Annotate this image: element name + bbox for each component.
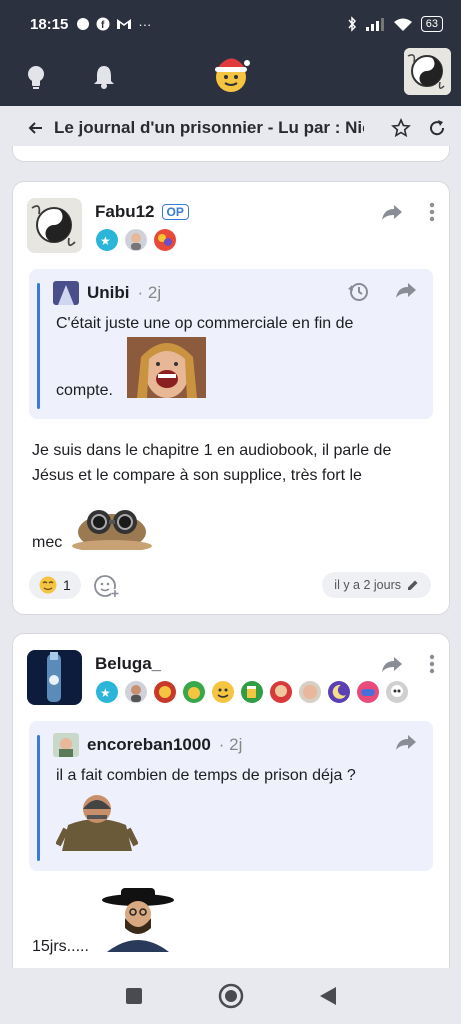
- badge-moon-icon[interactable]: [327, 680, 351, 704]
- gmail-icon: [117, 19, 132, 29]
- op-badge: OP: [161, 204, 189, 220]
- wifi-icon: [393, 18, 412, 31]
- post-date-text: il y a 2 jours: [334, 578, 401, 592]
- quote-text-line2: compte.: [56, 382, 113, 399]
- quote-block[interactable]: encoreban1000 · 2j il a fait combien de …: [29, 721, 433, 871]
- star-icon[interactable]: [391, 118, 411, 138]
- back-triangle-icon[interactable]: [319, 986, 337, 1006]
- author-name[interactable]: Fabu12: [95, 202, 155, 222]
- previous-post-card: [12, 146, 450, 162]
- badge-yellow-icon[interactable]: [211, 680, 235, 704]
- badge-skull-icon[interactable]: [385, 680, 409, 704]
- badge-person-icon[interactable]: [124, 680, 148, 704]
- status-bar: 18:15 f ··· 63: [0, 0, 461, 48]
- quote-text-line1: il a fait combien de temps de prison déj…: [56, 767, 356, 784]
- more-options-icon[interactable]: [429, 654, 435, 674]
- profile-avatar[interactable]: [404, 48, 451, 95]
- more-notifications-icon: ···: [138, 16, 152, 32]
- bell-icon[interactable]: [84, 57, 124, 97]
- lemur-goggles-sticker: [72, 502, 152, 552]
- quote-bar: [37, 283, 40, 409]
- post-author: Beluga_ ★: [27, 650, 408, 705]
- lightbulb-icon[interactable]: [16, 57, 56, 97]
- add-reaction-icon[interactable]: [93, 573, 119, 599]
- post-card: Beluga_ ★ encoreban1000 · 2j il a fait c…: [12, 633, 450, 973]
- quote-author-avatar: [53, 281, 79, 305]
- recents-square-icon[interactable]: [125, 987, 143, 1005]
- home-circle-icon[interactable]: [218, 983, 244, 1009]
- post-body-text: 15jrs.....: [32, 938, 89, 955]
- signal-icon: [365, 18, 384, 31]
- quote-bar: [37, 735, 40, 861]
- badge-face-icon[interactable]: [298, 680, 322, 704]
- badge-beer-icon[interactable]: [240, 680, 264, 704]
- angry-man-sticker: [55, 789, 139, 851]
- bluetooth-icon: [348, 16, 356, 32]
- topic-toolbar: Le journal d'un prisonnier - Lu par : Ni…: [0, 106, 461, 150]
- quote-author-avatar: [53, 733, 79, 757]
- post-body-text: Je suis dans le chapitre 1 en audiobook,…: [32, 442, 392, 484]
- quote-time: · 2j: [137, 283, 162, 302]
- reaction-pill[interactable]: 1: [29, 571, 81, 599]
- quote-time: · 2j: [218, 735, 243, 754]
- author-avatar[interactable]: [27, 198, 82, 253]
- hat-man-sticker: [97, 888, 179, 952]
- logo-santa-icon[interactable]: [211, 54, 251, 94]
- status-time: 18:15: [30, 15, 69, 33]
- badge-red-icon[interactable]: [153, 680, 177, 704]
- badge-gamepad-icon[interactable]: [356, 680, 380, 704]
- facebook-icon: f: [96, 17, 110, 31]
- notification-icons: f ···: [76, 17, 151, 32]
- edit-pencil-icon: [408, 580, 418, 590]
- reaction-count: 1: [63, 577, 71, 593]
- badge-hero-icon[interactable]: [269, 680, 293, 704]
- quote-block[interactable]: Unibi · 2j C'était juste une op commerci…: [29, 269, 433, 419]
- badge-green-icon[interactable]: [182, 680, 206, 704]
- badge-person-icon[interactable]: [124, 228, 148, 252]
- laughing-woman-sticker: [127, 337, 206, 398]
- post-card: Fabu12 OP ★ Unibi · 2j C'était juste une…: [12, 181, 450, 615]
- badge-star-icon[interactable]: ★: [95, 680, 119, 704]
- svg-text:★: ★: [100, 234, 111, 248]
- post-date[interactable]: il y a 2 jours: [322, 572, 431, 598]
- more-options-icon[interactable]: [429, 202, 435, 222]
- quote-share-icon[interactable]: [395, 281, 417, 299]
- quote-author-name[interactable]: Unibi: [87, 283, 130, 303]
- author-name[interactable]: Beluga_: [95, 654, 161, 674]
- relieved-emoji-icon: [39, 576, 57, 594]
- app-header: [0, 48, 461, 106]
- topic-title: Le journal d'un prisonnier - Lu par : Ni…: [54, 118, 364, 137]
- refresh-icon[interactable]: [427, 118, 447, 138]
- quote-share-icon[interactable]: [395, 733, 417, 751]
- post-author: Fabu12 OP ★: [27, 198, 189, 253]
- share-icon[interactable]: [381, 655, 403, 673]
- share-icon[interactable]: [381, 203, 403, 221]
- badge-colorful-icon[interactable]: [153, 228, 177, 252]
- author-avatar[interactable]: [27, 650, 82, 705]
- system-nav-bar: [0, 968, 461, 1024]
- quote-text-line1: C'était juste une op commerciale en fin …: [56, 315, 354, 332]
- user-badges: ★: [95, 680, 409, 704]
- history-icon[interactable]: [347, 281, 369, 303]
- user-badges: ★: [95, 228, 177, 252]
- back-arrow-icon[interactable]: [28, 120, 44, 136]
- badge-star-icon[interactable]: ★: [95, 228, 119, 252]
- svg-text:★: ★: [100, 686, 111, 700]
- chat-bubble-icon: [77, 18, 90, 30]
- quote-author-name[interactable]: encoreban1000: [87, 735, 211, 755]
- battery-indicator: 63: [420, 16, 443, 32]
